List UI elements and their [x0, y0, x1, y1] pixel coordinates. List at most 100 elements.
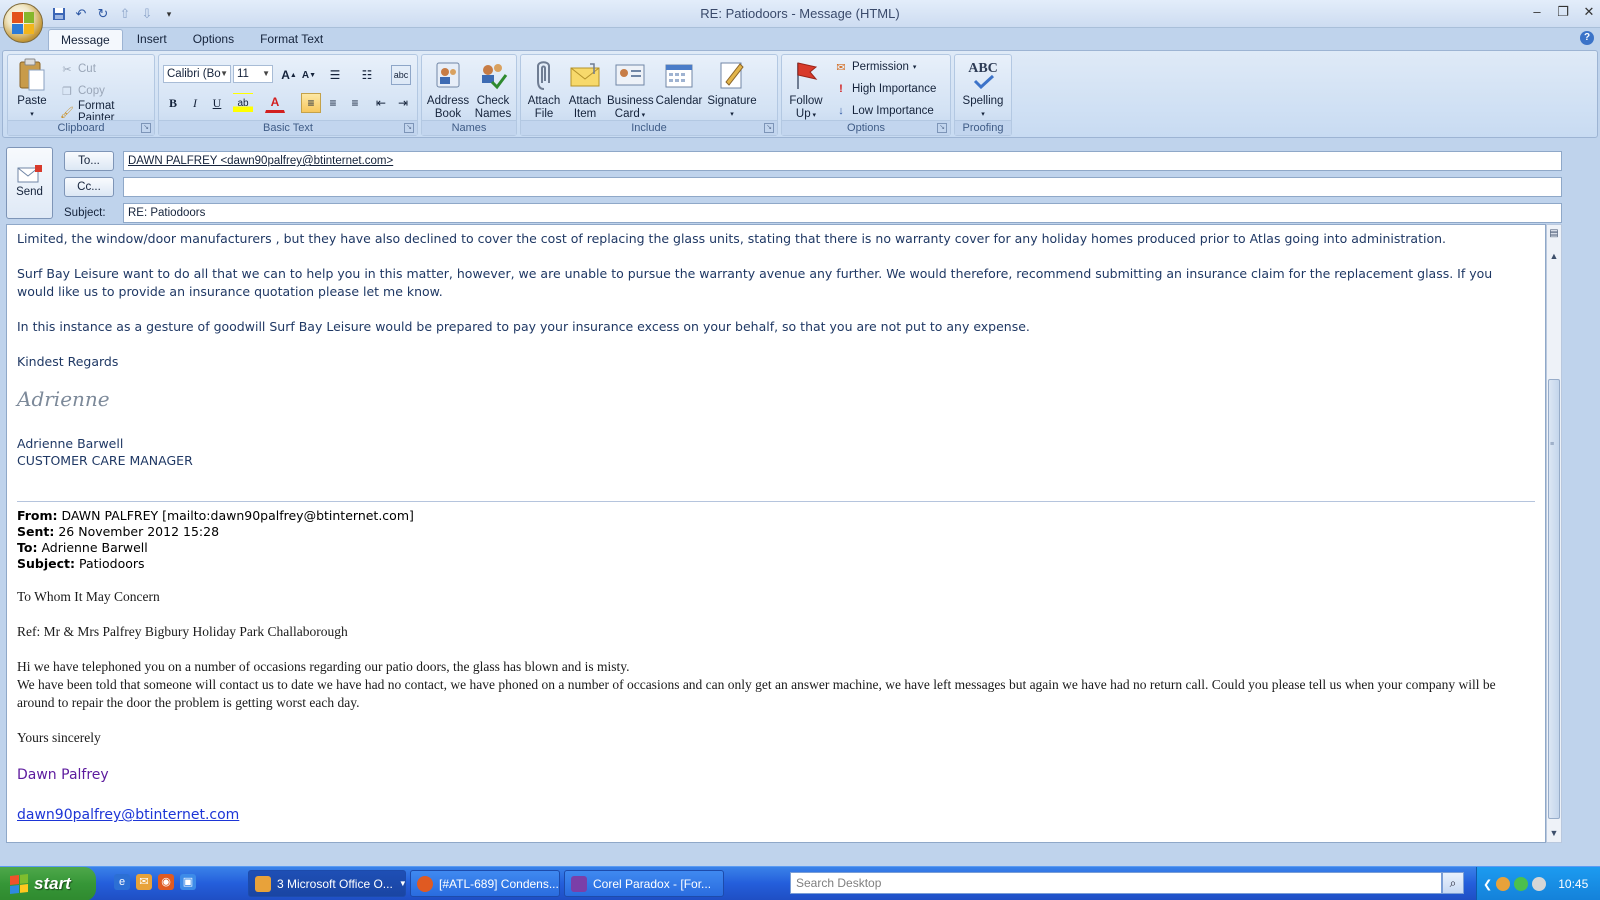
taskbar-item-outlook[interactable]: 3 Microsoft Office O... ▼ [248, 870, 406, 897]
font-size-value: 11 [237, 68, 249, 80]
tray-network-icon[interactable] [1532, 877, 1547, 891]
scroll-down-icon[interactable]: ▼ [1547, 826, 1561, 840]
to-button[interactable]: To... [64, 151, 114, 171]
quoted-subject-value: Patiodoors [78, 556, 145, 571]
permission-button[interactable]: ✉ Permission ▾ [834, 57, 916, 77]
copy-button[interactable]: ❐ Copy [60, 81, 105, 101]
quoted-email-link[interactable]: dawn90palfrey@btinternet.com [17, 807, 239, 823]
format-painter-button[interactable]: 🖌 Format Painter [60, 100, 154, 124]
group-proofing: ABC Spelling ▾ Proofing [954, 54, 1012, 136]
cut-button[interactable]: ✂ Cut [60, 59, 96, 79]
start-button[interactable]: start [0, 867, 96, 900]
business-card-button[interactable]: Business Card ▾ [607, 58, 654, 122]
follow-up-button[interactable]: Follow Up ▾ [786, 58, 826, 122]
attach-file-button[interactable]: Attach File [525, 58, 563, 121]
body-regards: Kindest Regards [17, 354, 119, 369]
paintbrush-icon: 🖌 [60, 106, 74, 119]
office-button[interactable] [3, 3, 43, 43]
chevron-down-icon: ▼ [398, 879, 406, 888]
low-importance-button[interactable]: ↓ Low Importance [834, 101, 934, 121]
calendar-button[interactable]: Calendar [655, 58, 703, 108]
copy-icon: ❐ [62, 85, 72, 98]
send-label: Send [16, 186, 43, 198]
close-icon[interactable]: ✕ [1580, 3, 1598, 21]
cc-button[interactable]: Cc... [64, 177, 114, 197]
tab-message[interactable]: Message [48, 29, 123, 51]
copy-label: Copy [78, 85, 105, 97]
calendar-label: Calendar [655, 95, 703, 107]
underline-button[interactable]: U [207, 93, 227, 113]
tray-expand-icon[interactable]: ❮ [1483, 878, 1492, 891]
quoted-subject-label: Subject: [17, 556, 75, 571]
scroll-up-icon[interactable]: ▲ [1547, 249, 1561, 263]
font-name-combo[interactable]: Calibri (Bo ▼ [163, 65, 231, 83]
chevron-down-icon: ▾ [810, 112, 817, 119]
highlight-icon[interactable]: ab [233, 93, 253, 113]
taskbar-item-paradox[interactable]: Corel Paradox - [For... [564, 870, 724, 897]
group-label-proofing: Proofing [955, 120, 1011, 135]
send-button[interactable]: Send [6, 147, 53, 219]
tab-format-text[interactable]: Format Text [248, 29, 335, 51]
business-card-label-1: Business [607, 95, 654, 107]
minimize-icon[interactable]: – [1528, 3, 1546, 21]
spelling-button[interactable]: ABC Spelling ▾ [958, 58, 1008, 121]
tray-status-icon[interactable] [1514, 877, 1529, 891]
title-bar: ↶ ↻ ⇧ ⇩ ▾ RE: Patiodoors - Message (HTML… [0, 0, 1600, 28]
spelling-abc-text: ABC [968, 60, 998, 76]
subject-label: Subject: [64, 207, 106, 219]
signature-button[interactable]: Signature ▾ [705, 58, 759, 121]
firefox-icon[interactable]: ◉ [158, 874, 174, 890]
quoted-from-label: From: [17, 508, 58, 523]
clipboard-launcher-icon[interactable]: ↘ [141, 123, 151, 133]
paste-button[interactable]: Paste ▾ [12, 58, 52, 121]
tab-options[interactable]: Options [181, 29, 246, 51]
office-logo-icon [12, 12, 34, 34]
subject-field[interactable]: RE: Patiodoors [123, 203, 1562, 223]
font-color-icon[interactable]: A [265, 93, 285, 113]
numbering-icon[interactable]: ☷ [357, 65, 377, 85]
align-right-icon[interactable]: ≡ [345, 93, 365, 113]
to-recipient[interactable]: DAWN PALFREY <dawn90palfrey@btinternet.c… [128, 155, 393, 167]
window-title: RE: Patiodoors - Message (HTML) [700, 6, 900, 21]
attach-item-label-1: Attach [568, 95, 602, 107]
tray-outlook-icon[interactable] [1496, 877, 1511, 891]
show-desktop-icon[interactable]: ▣ [180, 874, 196, 890]
vertical-scrollbar[interactable]: ▤ ▲ ≡ ▼ [1546, 224, 1562, 843]
ruler-toggle-icon[interactable]: ▤ [1547, 227, 1561, 241]
attach-item-button[interactable]: Attach Item [565, 58, 605, 121]
high-importance-button[interactable]: ! High Importance [834, 79, 936, 99]
align-left-icon[interactable]: ≡ [301, 93, 321, 113]
desktop-search-input[interactable]: Search Desktop [790, 872, 1442, 894]
taskbar-item-firefox[interactable]: [#ATL-689] Condens... [410, 870, 560, 897]
cut-label: Cut [78, 63, 96, 75]
font-size-combo[interactable]: 11 ▼ [233, 65, 273, 83]
grow-font-button[interactable]: A ▲ [279, 65, 299, 85]
search-icon[interactable]: ⌕ [1442, 872, 1464, 894]
cc-field[interactable] [123, 177, 1562, 197]
clear-formatting-icon[interactable]: abc [391, 65, 411, 85]
italic-button[interactable]: I [185, 93, 205, 113]
internet-explorer-icon[interactable]: e [114, 874, 130, 890]
options-launcher-icon[interactable]: ↘ [937, 123, 947, 133]
help-icon[interactable]: ? [1580, 31, 1594, 45]
align-center-icon[interactable]: ≡ [323, 93, 343, 113]
bold-button[interactable]: B [163, 93, 183, 113]
tab-insert[interactable]: Insert [125, 29, 179, 51]
address-book-button[interactable]: Address Book [425, 58, 471, 121]
paste-label: Paste [17, 95, 47, 107]
quoted-greeting: To Whom It May Concern [17, 589, 160, 604]
shrink-font-button[interactable]: A ▼ [299, 65, 319, 85]
increase-indent-icon[interactable]: ⇥ [393, 93, 413, 113]
signature-label: Signature [707, 95, 757, 107]
taskbar-item-label: 3 Microsoft Office O... [277, 876, 393, 891]
outlook-icon[interactable]: ✉ [136, 874, 152, 890]
include-launcher-icon[interactable]: ↘ [764, 123, 774, 133]
bullets-icon[interactable]: ☰ [325, 65, 345, 85]
message-body[interactable]: Limited, the window/door manufacturers ,… [6, 224, 1546, 843]
restore-icon[interactable]: ❐ [1554, 3, 1572, 21]
decrease-indent-icon[interactable]: ⇤ [371, 93, 391, 113]
basic-text-launcher-icon[interactable]: ↘ [404, 123, 414, 133]
check-names-button[interactable]: Check Names [470, 58, 516, 121]
font-name-value: Calibri (Bo [167, 68, 221, 80]
to-field[interactable]: DAWN PALFREY <dawn90palfrey@btinternet.c… [123, 151, 1562, 171]
